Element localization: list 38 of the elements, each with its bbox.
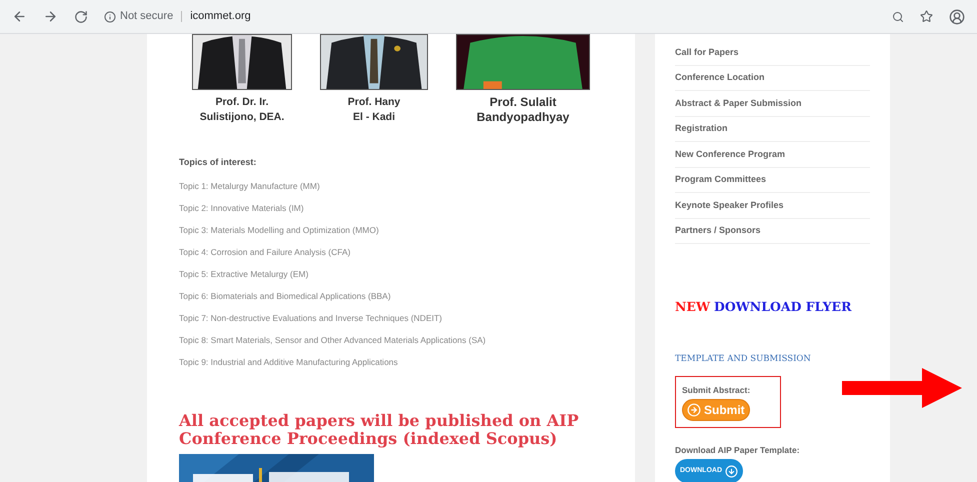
forward-icon[interactable]	[43, 9, 58, 24]
bookmark-icon[interactable]	[920, 10, 933, 23]
security-label: Not secure	[120, 9, 174, 24]
topics-heading: Topics of interest:	[179, 156, 258, 169]
sidebar-link[interactable]: New Conference Program	[675, 142, 870, 168]
topic-item: Topic 7: Non-destructive Evaluations and Inverse Techniques (NDEIT)	[179, 312, 443, 324]
sidebar-link[interactable]: Registration	[675, 116, 870, 142]
sidebar-link[interactable]: Keynote Speaker Profiles	[675, 193, 870, 218]
back-icon[interactable]	[12, 9, 27, 24]
topic-item: Topic 3: Materials Modelling and Optimization (MMO)	[179, 224, 380, 236]
reload-icon[interactable]	[74, 10, 88, 24]
zoom-icon[interactable]	[892, 10, 904, 22]
sidebar-link[interactable]: Call for Papers	[675, 40, 870, 66]
topic-item: Topic 2: Innovative Materials (IM)	[179, 202, 305, 214]
topic-item: Topic 9: Industrial and Additive Manufacturing Applications	[179, 356, 399, 368]
info-icon	[104, 10, 116, 22]
new-label: NEW	[675, 298, 710, 316]
sidebar-link[interactable]: Conference Location	[675, 66, 870, 91]
topic-item: Topic 1: Metalurgy Manufacture (MM)	[179, 180, 321, 192]
topic-item: Topic 5: Extractive Metalurgy (EM)	[179, 268, 310, 280]
speaker-name: Prof. Dr. Ir. Sulistijono, DEA.	[200, 95, 284, 125]
submit-label: Submit Abstract:	[682, 384, 750, 396]
section-title: TEMPLATE AND SUBMISSION	[675, 352, 812, 366]
template-label: Download AIP Paper Template:	[675, 444, 801, 456]
pointer-arrow-icon	[842, 368, 962, 408]
sidebar-link[interactable]: Program Committees	[675, 168, 870, 193]
download-icon	[725, 464, 738, 478]
topic-item: Topic 8: Smart Materials, Sensor and Other Advanced Materials Applications (SA)	[179, 334, 487, 346]
url-text: icommet.org	[190, 9, 251, 24]
topic-item: Topic 6: Biomaterials and Biomedical Applications (BBA)	[179, 290, 392, 302]
speaker-name: Prof. Hany El - Kadi	[348, 95, 400, 125]
speaker-name: Prof. Sulalit Bandyopadhyay	[476, 95, 570, 125]
publication-notice: All accepted papers will be published on AIP Conference Proceedings (indexed Scopus)	[179, 412, 580, 448]
flyer-link[interactable]: DOWNLOAD FLYER	[714, 298, 852, 317]
topic-item: Topic 4: Corrosion and Failure Analysis (CFA)	[179, 246, 352, 258]
sidebar-link[interactable]: Abstract & Paper Submission	[675, 91, 870, 116]
profile-icon[interactable]	[949, 8, 965, 24]
sidebar-link[interactable]: Partners / Sponsors	[675, 218, 870, 244]
